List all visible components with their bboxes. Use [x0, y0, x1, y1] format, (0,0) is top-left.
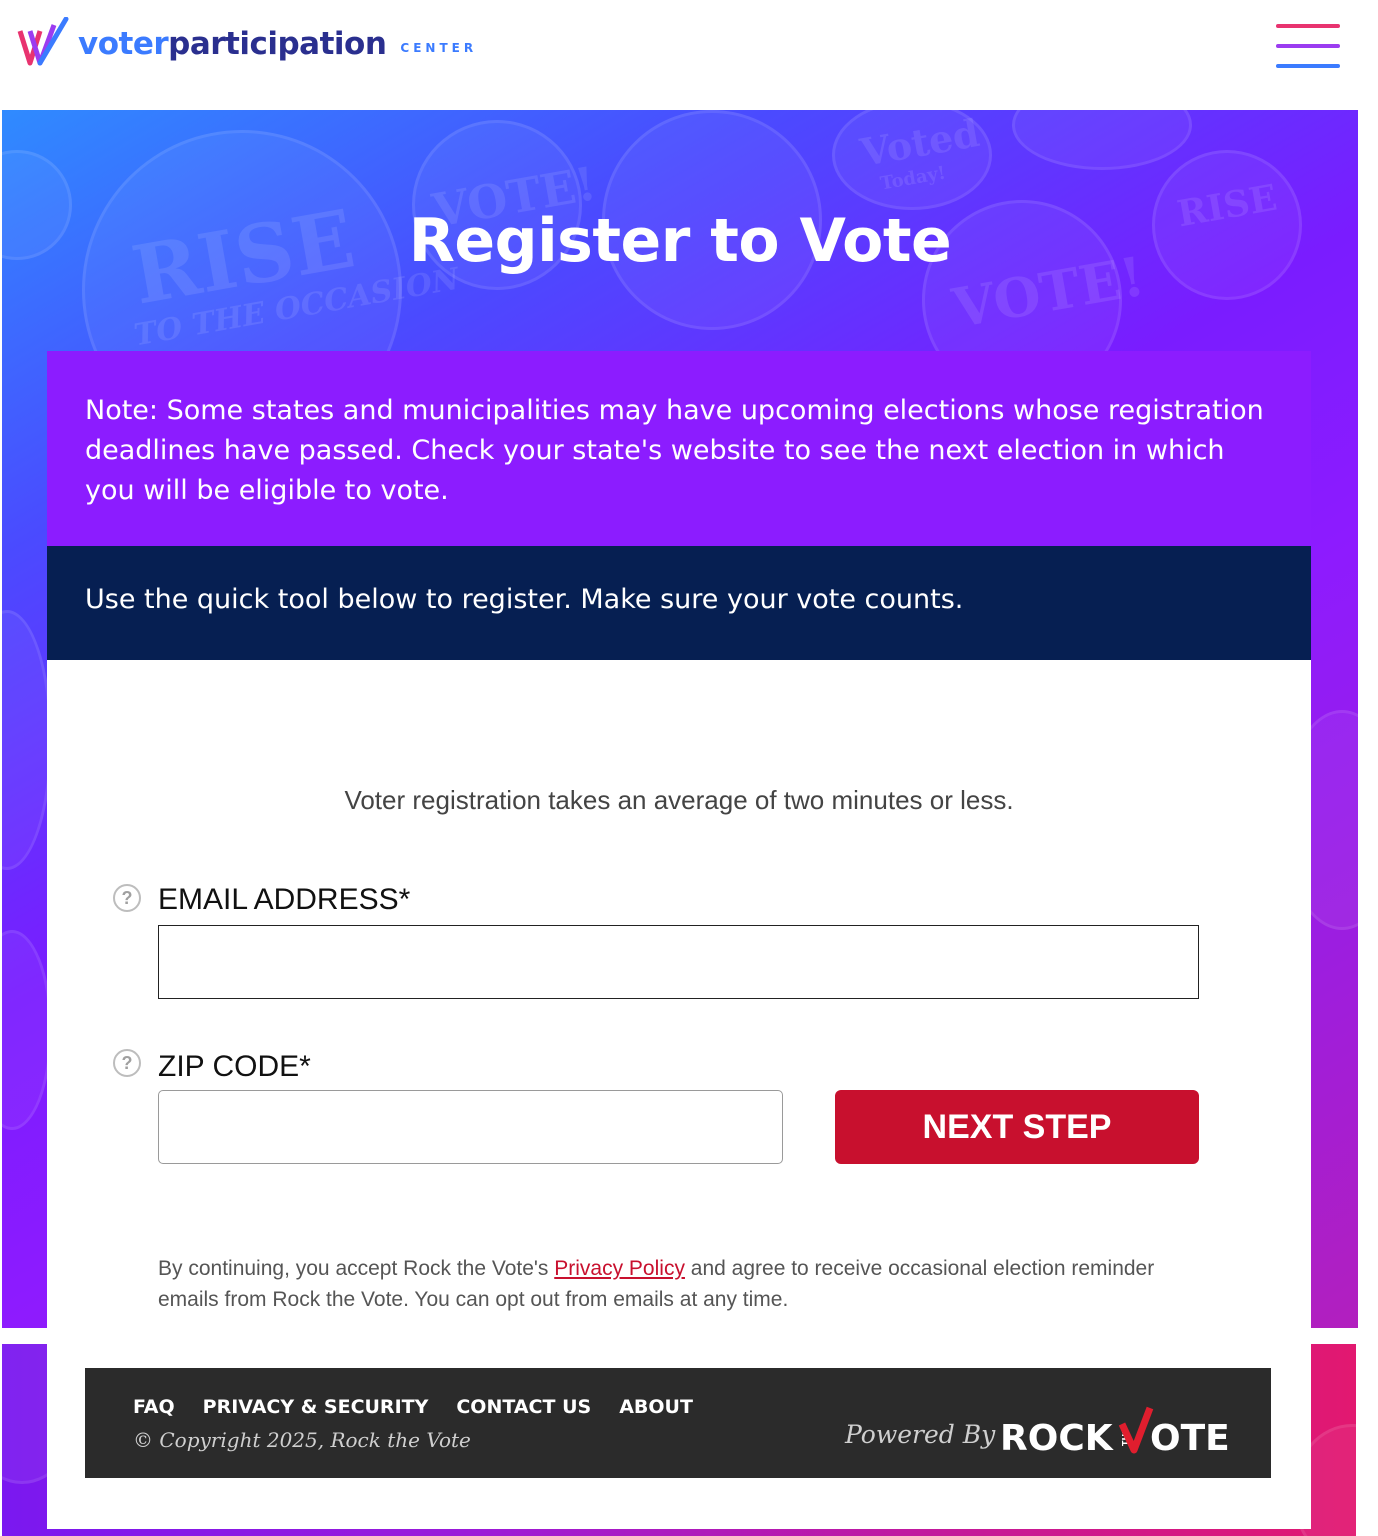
badge-decoration — [2, 930, 52, 1130]
consent-text-before: By continuing, you accept Rock the Vote'… — [158, 1257, 555, 1280]
footer-links: FAQ PRIVACY & SECURITY CONTACT US ABOUT — [133, 1396, 693, 1418]
footer-link-contact-us[interactable]: CONTACT US — [456, 1396, 591, 1418]
average-time-text: Voter registration takes an average of t… — [344, 785, 1014, 815]
quick-tool-banner: Use the quick tool below to register. Ma… — [47, 546, 1311, 660]
rtv-brand-left: ROCK — [1000, 1418, 1114, 1456]
footer-link-privacy-security[interactable]: PRIVACY & SECURITY — [203, 1396, 429, 1418]
copyright-text: © Copyright 2025, Rock the Vote — [133, 1428, 471, 1452]
next-step-button[interactable]: NEXT STEP — [835, 1090, 1199, 1164]
deadline-note: Note: Some states and municipalities may… — [47, 351, 1311, 546]
page-title: Register to Vote — [408, 206, 952, 276]
logo-wordmark: voterparticipation — [78, 26, 387, 62]
privacy-policy-link[interactable]: Privacy Policy — [554, 1257, 685, 1280]
consent-text: By continuing, you accept Rock the Vote'… — [158, 1253, 1168, 1315]
zip-label: ZIP CODE* — [158, 1050, 311, 1083]
zip-code-field[interactable] — [158, 1090, 783, 1164]
badge-decoration — [1012, 110, 1192, 170]
powered-by-text: Powered By — [845, 1420, 996, 1449]
rock-the-vote-logo[interactable]: ROCK THE OTE — [1000, 1404, 1240, 1456]
hamburger-menu-icon[interactable] — [1276, 20, 1342, 74]
footer-link-about[interactable]: ABOUT — [619, 1396, 693, 1418]
zip-help-icon[interactable]: ? — [113, 1049, 141, 1077]
voter-participation-logo[interactable]: voterparticipation CENTER — [16, 14, 477, 74]
badge-decoration — [2, 610, 52, 870]
logo-center-text: CENTER — [400, 41, 478, 55]
rtv-brand-right: OTE — [1150, 1418, 1230, 1456]
site-header: voterparticipation CENTER — [0, 0, 1378, 110]
footer-link-faq[interactable]: FAQ — [133, 1396, 175, 1418]
footer: FAQ PRIVACY & SECURITY CONTACT US ABOUT … — [85, 1368, 1271, 1478]
email-label: EMAIL ADDRESS* — [158, 883, 411, 916]
checkmark-logo-icon — [17, 17, 69, 66]
registration-card: Note: Some states and municipalities may… — [47, 351, 1311, 1529]
email-help-icon[interactable]: ? — [113, 884, 141, 912]
email-field[interactable] — [158, 925, 1199, 999]
